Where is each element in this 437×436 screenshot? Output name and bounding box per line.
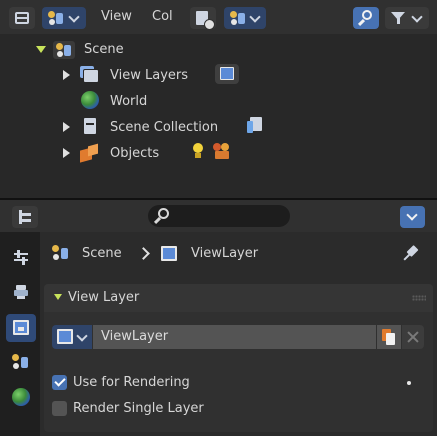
- world-icon: [81, 91, 99, 109]
- status-dot: [407, 381, 411, 385]
- list-item[interactable]: Scene Collection: [0, 114, 437, 140]
- collapse-arrow-icon: [54, 294, 62, 300]
- filter-dropdown[interactable]: [385, 7, 429, 29]
- breadcrumb-view-layer: ViewLayer: [191, 246, 259, 261]
- list-item[interactable]: Objects: [0, 140, 437, 166]
- options-dropdown[interactable]: [400, 206, 425, 228]
- view-layer-icon: [13, 320, 29, 335]
- search-toggle-button[interactable]: [353, 7, 379, 29]
- view-layer-icon: [57, 329, 73, 344]
- render-single-layer-checkbox[interactable]: Render Single Layer: [52, 399, 412, 419]
- properties-content: Scene ViewLayer View Layer ViewLayer Use…: [40, 232, 437, 436]
- panel-title: View Layer: [68, 290, 140, 305]
- view-menu[interactable]: View: [101, 9, 132, 25]
- breadcrumb-scene: Scene: [82, 246, 122, 261]
- remove-view-layer-button[interactable]: [402, 325, 424, 349]
- objects-icon: [80, 143, 100, 163]
- view-layers-icon: [80, 66, 99, 83]
- scene-icon: [52, 245, 70, 261]
- exclude-collection-icon[interactable]: [247, 117, 263, 134]
- editor-type-button[interactable]: [12, 206, 38, 228]
- view-layer-icon: [161, 246, 177, 261]
- list-item-label: World: [110, 94, 148, 109]
- view-layer-icon[interactable]: [215, 64, 239, 84]
- world-icon: [12, 388, 30, 406]
- properties-editor: Scene ViewLayer View Layer ViewLayer Use…: [0, 200, 437, 436]
- chevron-down-icon: [68, 11, 80, 23]
- tab-view-layer[interactable]: [6, 314, 36, 342]
- render-single-layer-label: Render Single Layer: [73, 401, 204, 416]
- drag-handle-icon[interactable]: [412, 295, 426, 301]
- scene-icon: [53, 41, 75, 59]
- outliner-header: View Col: [0, 0, 437, 34]
- outliner-editor: View Col Scene View Layers World Scene C…: [0, 0, 437, 200]
- tab-tool[interactable]: [8, 246, 34, 272]
- camera-icon[interactable]: [213, 143, 233, 161]
- view-layer-name-value: ViewLayer: [101, 329, 169, 344]
- duplicate-view-layer-button[interactable]: [377, 325, 401, 349]
- search-input[interactable]: [148, 205, 290, 227]
- tab-render[interactable]: [8, 280, 34, 306]
- list-item[interactable]: World: [0, 88, 437, 114]
- list-item-label: Scene: [84, 42, 124, 57]
- expand-arrow-icon[interactable]: [63, 122, 70, 132]
- list-item-label: View Layers: [110, 68, 188, 83]
- expand-arrow-icon[interactable]: [63, 148, 70, 158]
- scene-icon: [48, 11, 64, 25]
- browse-view-layer-dropdown[interactable]: [52, 325, 92, 349]
- view-layer-selector: ViewLayer: [52, 325, 424, 349]
- checkbox-unchecked-icon: [52, 401, 67, 416]
- restriction-dropdown[interactable]: [224, 7, 266, 29]
- chevron-down-icon: [76, 330, 88, 342]
- chevron-right-icon: [137, 247, 150, 260]
- new-collection-button[interactable]: [190, 7, 216, 30]
- chevron-down-icon: [406, 209, 418, 221]
- breadcrumb: Scene ViewLayer: [40, 242, 437, 266]
- use-for-rendering-label: Use for Rendering: [73, 375, 190, 390]
- checkbox-checked-icon: [52, 375, 67, 390]
- tab-world[interactable]: [8, 384, 34, 410]
- panel-header[interactable]: View Layer: [44, 284, 433, 312]
- view-layer-name-field[interactable]: ViewLayer: [93, 325, 376, 349]
- pin-icon[interactable]: [402, 244, 420, 263]
- expand-arrow-icon[interactable]: [63, 70, 70, 80]
- outliner-tree: Scene View Layers World Scene Collection…: [0, 34, 437, 198]
- properties-tabs: [0, 232, 40, 436]
- display-mode-dropdown[interactable]: [42, 7, 86, 29]
- list-item[interactable]: Scene: [0, 36, 437, 62]
- tab-scene[interactable]: [8, 350, 34, 376]
- chevron-down-icon: [249, 11, 261, 23]
- list-item-label: Objects: [110, 146, 160, 161]
- collection-icon: [84, 118, 96, 134]
- duplicate-icon: [382, 329, 396, 345]
- view-layer-panel: View Layer ViewLayer Use for Rendering R…: [44, 284, 433, 432]
- editor-type-button[interactable]: [9, 7, 35, 29]
- properties-header: [0, 200, 437, 232]
- col-menu[interactable]: Col: [152, 9, 173, 25]
- search-icon: [362, 10, 372, 20]
- scene-icon: [12, 354, 30, 370]
- use-for-rendering-checkbox[interactable]: Use for Rendering: [52, 373, 412, 393]
- expand-arrow-icon[interactable]: [36, 46, 46, 53]
- scene-icon: [230, 11, 246, 25]
- list-item[interactable]: View Layers: [0, 62, 437, 88]
- light-icon[interactable]: [192, 143, 204, 161]
- render-icon: [14, 285, 28, 299]
- properties-icon: [19, 210, 31, 224]
- list-item-label: Scene Collection: [110, 120, 219, 135]
- tool-icon: [14, 250, 28, 266]
